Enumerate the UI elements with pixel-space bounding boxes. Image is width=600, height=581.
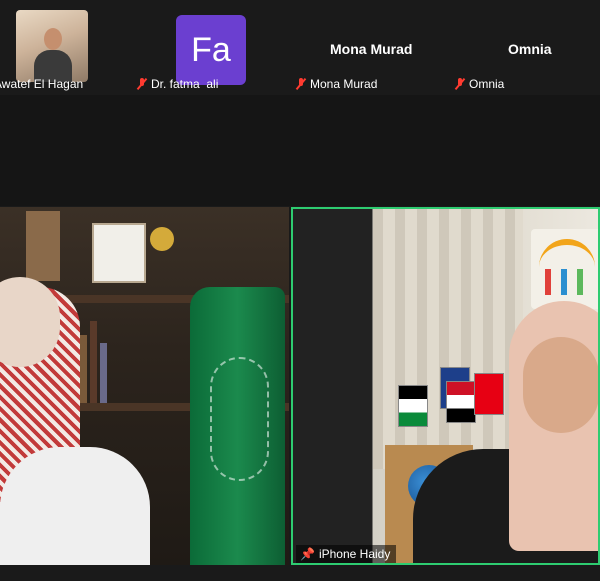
participant-display-name[interactable]: Omnia	[508, 41, 552, 57]
participant-name-label: Omnia	[455, 76, 504, 92]
book	[80, 335, 87, 403]
participant-name: Omnia	[469, 77, 505, 91]
participant-name-label: Awatef El Hagan	[0, 76, 83, 92]
pinned-participant-label: 📌 iPhone Haidy	[296, 545, 397, 563]
flag-tunisia	[474, 373, 504, 415]
mic-off-icon	[137, 78, 147, 90]
person-head	[44, 28, 62, 50]
bottom-bar	[0, 565, 600, 581]
flag-palestine	[398, 385, 428, 427]
participant-name: Mona Murad	[310, 77, 378, 91]
logo-board	[531, 229, 598, 309]
participant-name: iPhone Haidy	[318, 547, 391, 561]
saudi-flag	[190, 287, 285, 565]
participant-name: Dr. fatma ali	[151, 77, 219, 91]
thobe	[0, 447, 150, 565]
medal	[150, 227, 174, 251]
avatar-initials: Fa	[191, 31, 231, 69]
logo-bar	[561, 269, 567, 295]
participant-video-thumbnail[interactable]	[16, 10, 88, 82]
main-video-left[interactable]	[0, 207, 289, 565]
mic-off-icon	[296, 78, 306, 90]
participant-name: Awatef El Hagan	[0, 77, 84, 91]
participant-avatar[interactable]: Fa	[176, 15, 246, 85]
flag-syria	[446, 381, 476, 423]
pin-icon: 📌	[300, 547, 315, 561]
participant-name-label: Dr. fatma ali	[137, 76, 218, 92]
framed-certificate	[92, 223, 146, 283]
plaque	[26, 211, 60, 281]
curtain	[373, 209, 523, 469]
book	[100, 343, 107, 403]
book	[90, 321, 97, 403]
person-face	[523, 337, 598, 433]
participant-display-name[interactable]: Mona Murad	[330, 41, 412, 57]
participants-strip: Awatef El Hagan Fa Dr. fatma ali Mona Mu…	[0, 0, 600, 95]
main-video-right-active-speaker[interactable]	[291, 207, 600, 565]
logo-bar	[577, 269, 583, 295]
mic-off-icon	[455, 78, 465, 90]
empty-stage-area	[0, 95, 600, 206]
logo-bar	[545, 269, 551, 295]
flag-script	[210, 357, 269, 481]
participant-name-label: Mona Murad	[296, 76, 377, 92]
